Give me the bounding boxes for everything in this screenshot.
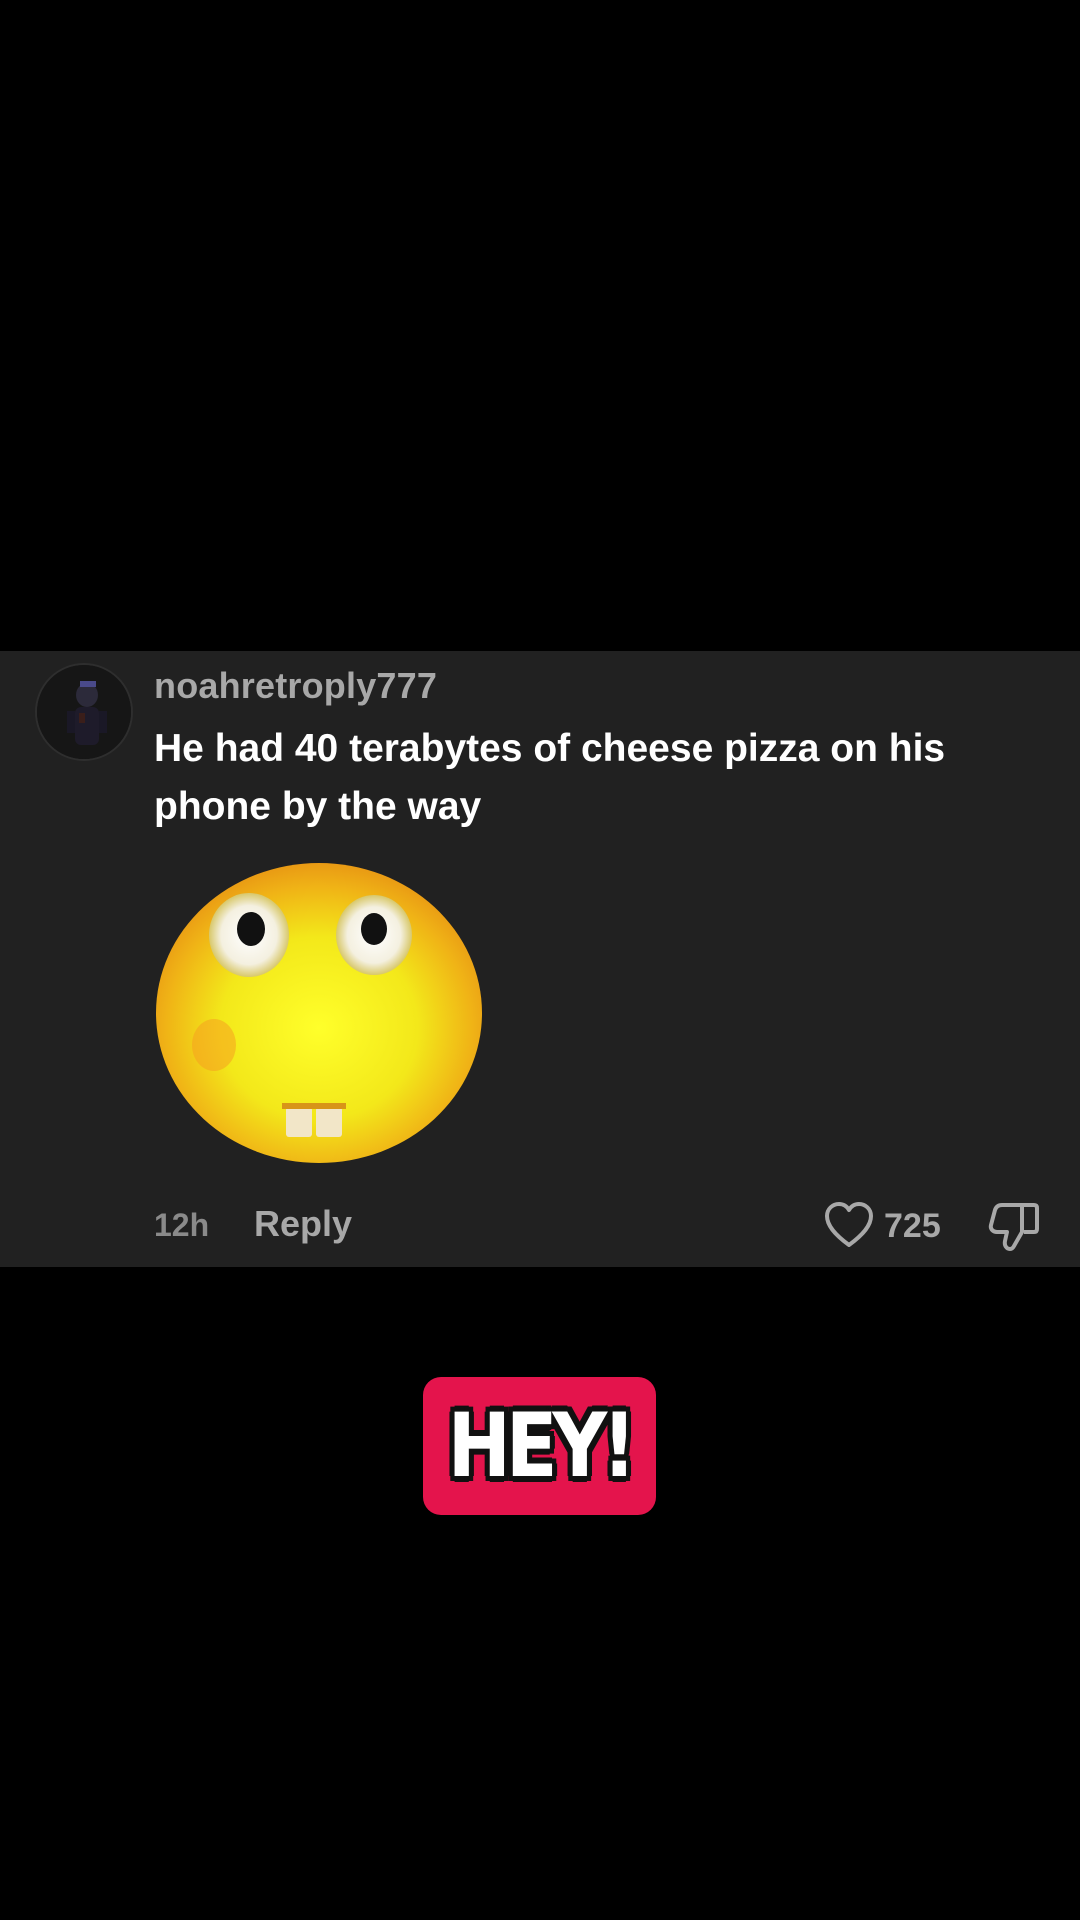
comment-card: noahretroply777 He had 40 terabytes of c…: [0, 651, 1080, 1267]
surprised-emoji-sticker: [154, 845, 484, 1171]
hey-caption-text: HEY!: [447, 1394, 637, 1497]
avatar[interactable]: [35, 663, 133, 761]
avatar-image: [37, 665, 131, 759]
video-screen: noahretroply777 He had 40 terabytes of c…: [0, 0, 1080, 1920]
comment-actions-row: 12h Reply 725: [0, 1199, 1080, 1255]
comment-username[interactable]: noahretroply777: [154, 665, 437, 707]
comment-text: He had 40 terabytes of cheese pizza on h…: [154, 727, 946, 828]
heart-outline-icon[interactable]: [824, 1201, 874, 1249]
comment-timestamp: 12h: [154, 1207, 210, 1243]
like-count: 725: [884, 1207, 941, 1245]
reply-button[interactable]: Reply: [254, 1203, 352, 1245]
thumbs-down-icon[interactable]: [988, 1201, 1040, 1251]
hey-caption-badge: HEY!: [423, 1377, 656, 1515]
